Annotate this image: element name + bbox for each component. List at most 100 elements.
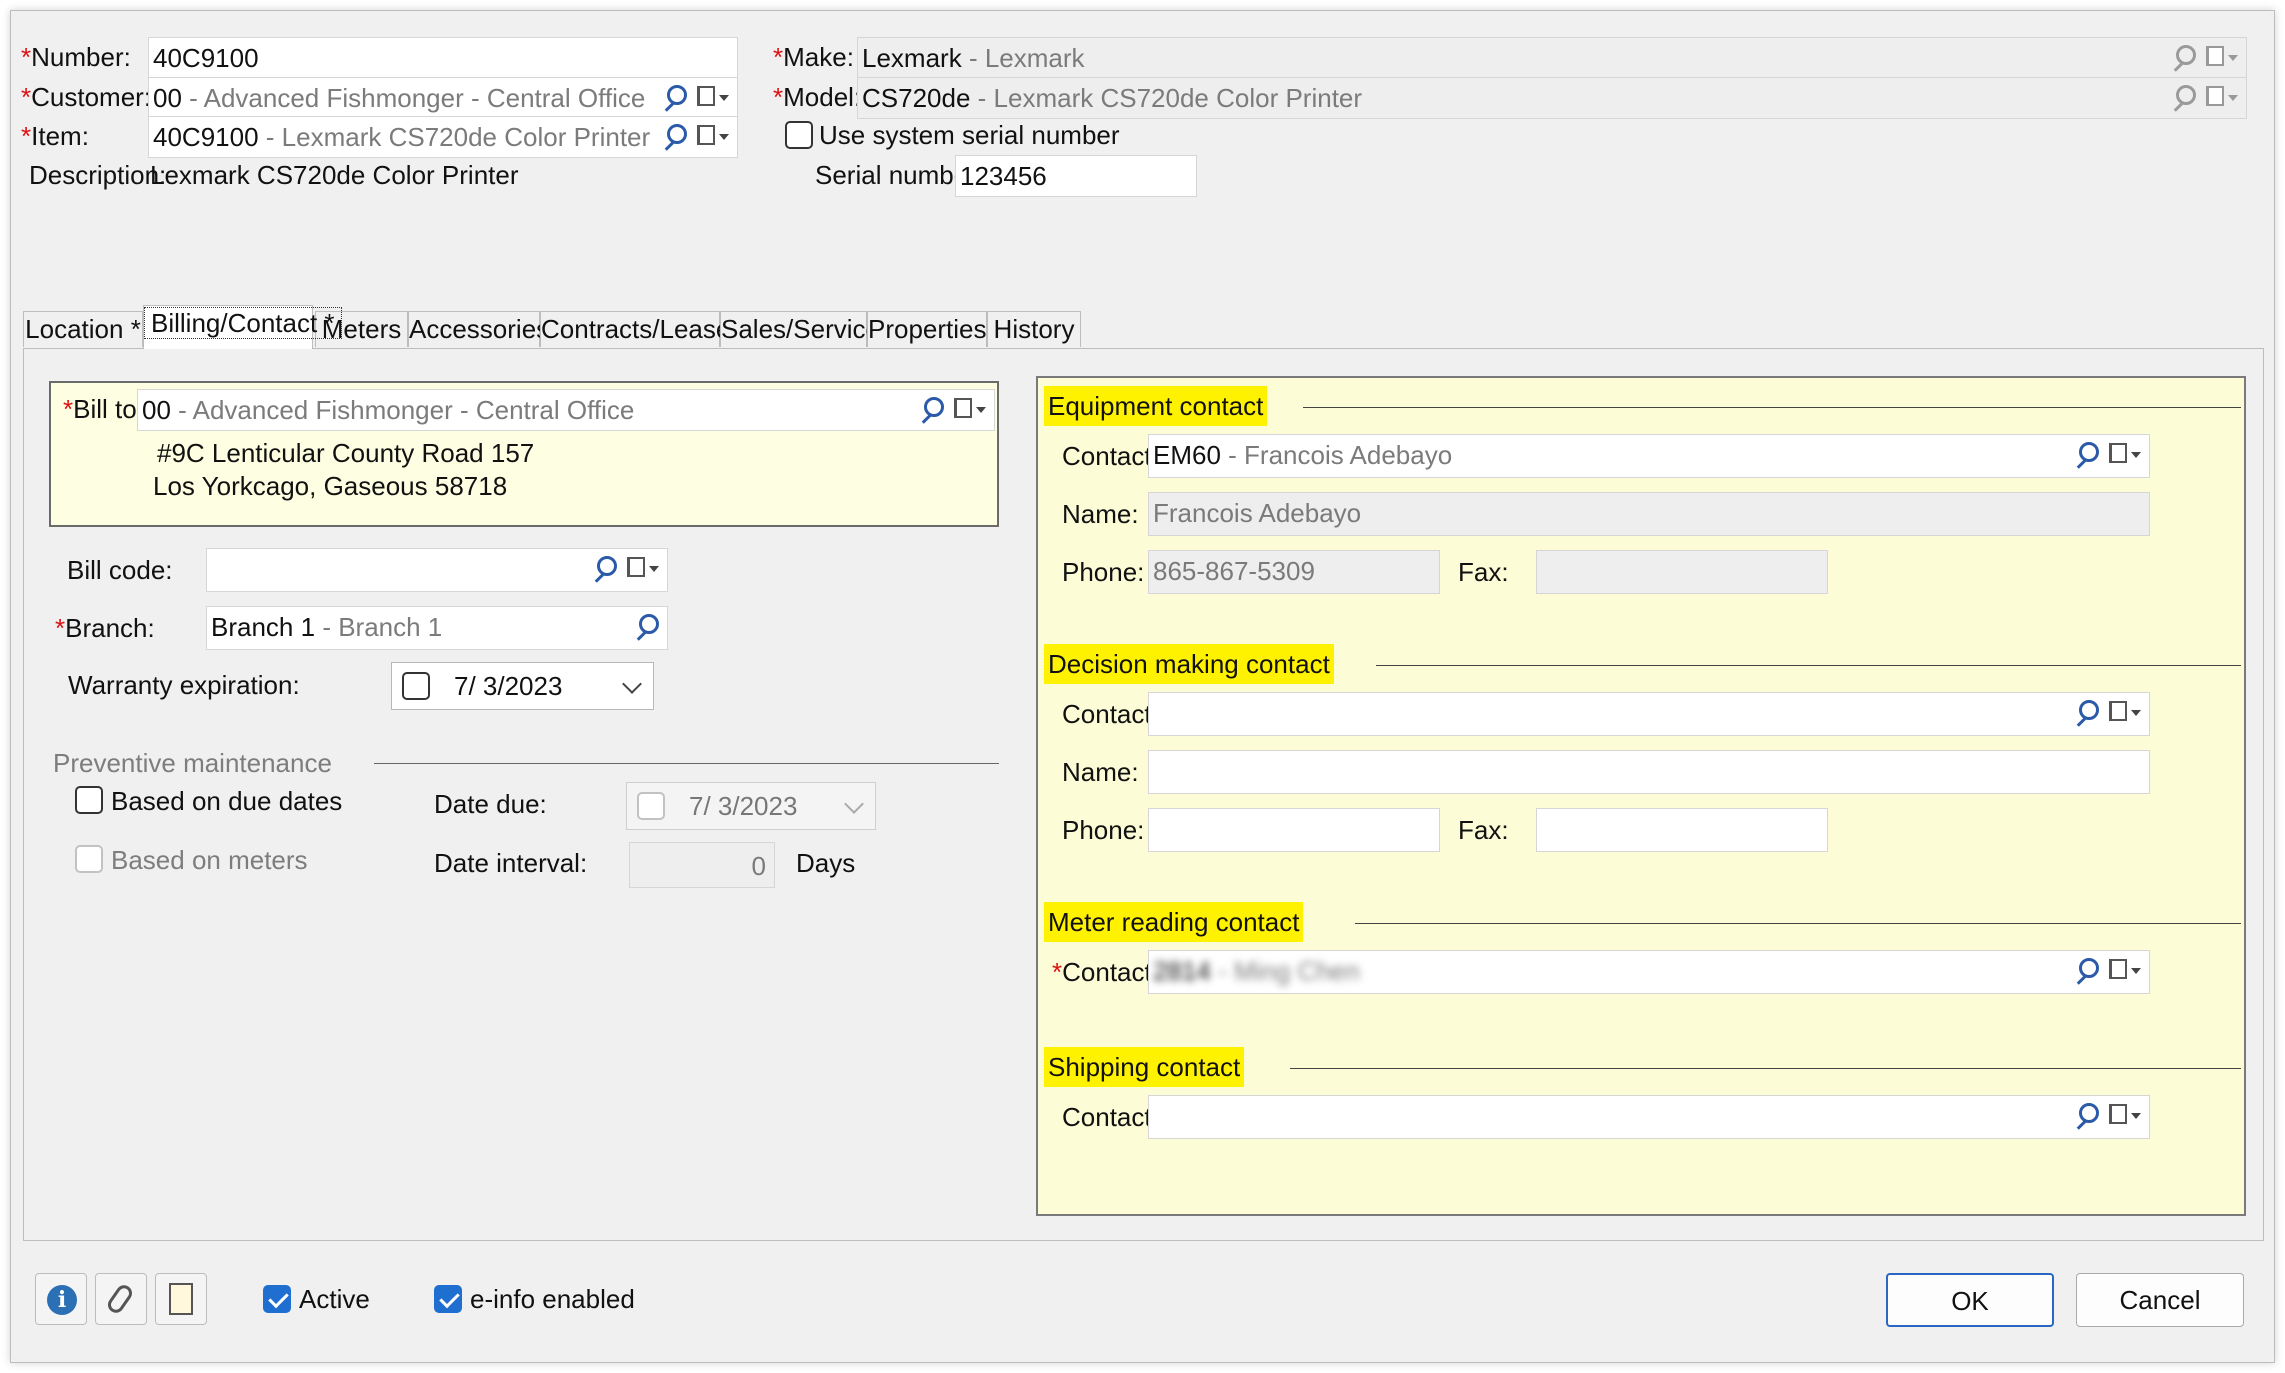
meter-contact-label: *Contact: bbox=[1052, 957, 1159, 987]
warranty-enabled-checkbox[interactable] bbox=[402, 672, 430, 700]
equipment-dialog: *Number: 40C9100 *Customer: 00 - Advance… bbox=[10, 10, 2275, 1363]
cancel-button[interactable]: Cancel bbox=[2076, 1273, 2244, 1327]
decision-fax-label: Fax: bbox=[1458, 815, 1509, 845]
einfo-checkbox[interactable] bbox=[434, 1285, 462, 1313]
tab-history[interactable]: History bbox=[987, 311, 1081, 347]
flag-menu-icon[interactable] bbox=[2107, 700, 2141, 726]
customer-lookup[interactable]: 00 - Advanced Fishmonger - Central Offic… bbox=[148, 77, 738, 119]
based-on-due-dates-checkbox[interactable] bbox=[75, 786, 103, 814]
decision-contact-lookup[interactable] bbox=[1148, 692, 2150, 736]
active-checkbox[interactable] bbox=[263, 1285, 291, 1313]
bill-code-label: Bill code: bbox=[67, 555, 173, 585]
make-lookup[interactable]: Lexmark - Lexmark bbox=[857, 37, 2247, 79]
bill-to-box: *Bill to: 00 - Advanced Fishmonger - Cen… bbox=[49, 381, 999, 527]
shipping-contact-lookup[interactable] bbox=[1148, 1095, 2150, 1139]
search-icon[interactable] bbox=[918, 397, 944, 423]
equipment-contact-label: Contact: bbox=[1062, 441, 1159, 471]
make-label: *Make: bbox=[773, 42, 854, 72]
chevron-down-icon[interactable] bbox=[844, 794, 864, 814]
info-icon: i bbox=[47, 1285, 77, 1315]
equipment-fax-label: Fax: bbox=[1458, 557, 1509, 587]
item-lookup[interactable]: 40C9100 - Lexmark CS720de Color Printer bbox=[148, 116, 738, 158]
flag-menu-icon[interactable] bbox=[2107, 1103, 2141, 1129]
item-label: *Item: bbox=[21, 121, 89, 151]
flag-menu-icon[interactable] bbox=[2107, 442, 2141, 468]
document-icon bbox=[163, 1283, 193, 1326]
serial-input[interactable]: 123456 bbox=[955, 155, 1197, 197]
decision-name-label: Name: bbox=[1062, 757, 1139, 787]
search-icon[interactable] bbox=[2170, 45, 2196, 71]
shipping-contact-label: Contact: bbox=[1062, 1102, 1159, 1132]
tab-sales-service[interactable]: Sales/Service bbox=[720, 311, 880, 347]
based-on-meters-checkbox[interactable] bbox=[75, 845, 103, 873]
equipment-divider bbox=[1303, 407, 2241, 408]
pm-section-title: Preventive maintenance bbox=[53, 748, 332, 778]
use-system-serial-checkbox[interactable] bbox=[785, 121, 813, 149]
tab-contracts-leases[interactable]: Contracts/Leases bbox=[540, 311, 743, 347]
warranty-date-picker[interactable]: 7/ 3/2023 bbox=[391, 662, 654, 710]
search-person-icon[interactable] bbox=[2073, 700, 2099, 726]
decision-contact-label: Contact: bbox=[1062, 699, 1159, 729]
based-on-meters-label: Based on meters bbox=[111, 845, 308, 875]
branch-lookup[interactable]: Branch 1 - Branch 1 bbox=[206, 606, 668, 650]
meter-contact-title: Meter reading contact bbox=[1044, 902, 1304, 942]
meter-contact-lookup[interactable]: 2814 - Ming Chen bbox=[1148, 950, 2150, 994]
search-person-icon[interactable] bbox=[2073, 442, 2099, 468]
branch-label: *Branch: bbox=[55, 613, 155, 643]
number-input[interactable]: 40C9100 bbox=[148, 37, 738, 79]
bill-to-lookup[interactable]: 00 - Advanced Fishmonger - Central Offic… bbox=[137, 389, 995, 431]
shipping-contact-title: Shipping contact bbox=[1044, 1047, 1245, 1087]
date-interval-unit: Days bbox=[796, 848, 856, 878]
decision-contact-title: Decision making contact bbox=[1044, 644, 1334, 684]
description-value: Lexmark CS720de Color Printer bbox=[150, 160, 519, 190]
equipment-name-label: Name: bbox=[1062, 499, 1139, 529]
tab-location[interactable]: Location * bbox=[23, 311, 143, 347]
date-interval-input[interactable]: 0 bbox=[629, 842, 775, 888]
info-button[interactable]: i bbox=[35, 1273, 87, 1325]
description-label: Description: bbox=[29, 160, 167, 190]
tab-billing-contact[interactable]: Billing/Contact * bbox=[143, 305, 342, 349]
search-icon[interactable] bbox=[2170, 85, 2196, 111]
date-due-enabled-checkbox[interactable] bbox=[637, 792, 665, 820]
warranty-label: Warranty expiration: bbox=[68, 670, 300, 700]
decision-name-input[interactable] bbox=[1148, 750, 2150, 794]
equipment-contact-title: Equipment contact bbox=[1044, 386, 1268, 426]
pm-divider bbox=[374, 763, 999, 764]
date-due-label: Date due: bbox=[434, 789, 547, 819]
flag-menu-icon[interactable] bbox=[2204, 85, 2238, 111]
equipment-contact-lookup[interactable]: EM60 - Francois Adebayo bbox=[1148, 434, 2150, 478]
search-person-icon[interactable] bbox=[2073, 958, 2099, 984]
contacts-panel: Equipment contact Contact: EM60 - Franco… bbox=[1036, 376, 2246, 1216]
attachments-button[interactable] bbox=[95, 1273, 147, 1325]
search-person-icon[interactable] bbox=[2073, 1103, 2099, 1129]
search-icon[interactable] bbox=[633, 614, 659, 640]
ok-button[interactable]: OK bbox=[1886, 1273, 2054, 1327]
date-due-picker[interactable]: 7/ 3/2023 bbox=[626, 782, 876, 830]
bill-to-address-line2: Los Yorkcago, Gaseous 58718 bbox=[153, 471, 508, 501]
tab-properties[interactable]: Properties bbox=[867, 311, 987, 347]
use-system-serial-label: Use system serial number bbox=[819, 120, 1120, 150]
einfo-label: e-info enabled bbox=[470, 1284, 635, 1314]
notes-button[interactable] bbox=[155, 1273, 207, 1326]
meter-divider bbox=[1355, 923, 2241, 924]
decision-phone-label: Phone: bbox=[1062, 815, 1145, 845]
decision-phone-input[interactable] bbox=[1148, 808, 1440, 852]
search-person-icon[interactable] bbox=[591, 556, 617, 582]
decision-fax-input[interactable] bbox=[1536, 808, 1828, 852]
flag-menu-icon[interactable] bbox=[952, 397, 986, 423]
tab-accessories[interactable]: Accessories bbox=[408, 311, 549, 347]
shipping-divider bbox=[1290, 1068, 2241, 1069]
flag-menu-icon[interactable] bbox=[2204, 45, 2238, 71]
flag-menu-icon[interactable] bbox=[695, 85, 729, 111]
search-icon[interactable] bbox=[661, 124, 687, 150]
based-on-due-dates-label: Based on due dates bbox=[111, 786, 343, 816]
equipment-phone-field: 865-867-5309 bbox=[1148, 550, 1440, 594]
chevron-down-icon[interactable] bbox=[622, 674, 642, 694]
search-icon[interactable] bbox=[661, 85, 687, 111]
equipment-fax-field bbox=[1536, 550, 1828, 594]
flag-menu-icon[interactable] bbox=[2107, 958, 2141, 984]
flag-menu-icon[interactable] bbox=[625, 556, 659, 582]
model-lookup[interactable]: CS720de - Lexmark CS720de Color Printer bbox=[857, 77, 2247, 119]
flag-menu-icon[interactable] bbox=[695, 124, 729, 150]
bill-code-lookup[interactable] bbox=[206, 548, 668, 592]
